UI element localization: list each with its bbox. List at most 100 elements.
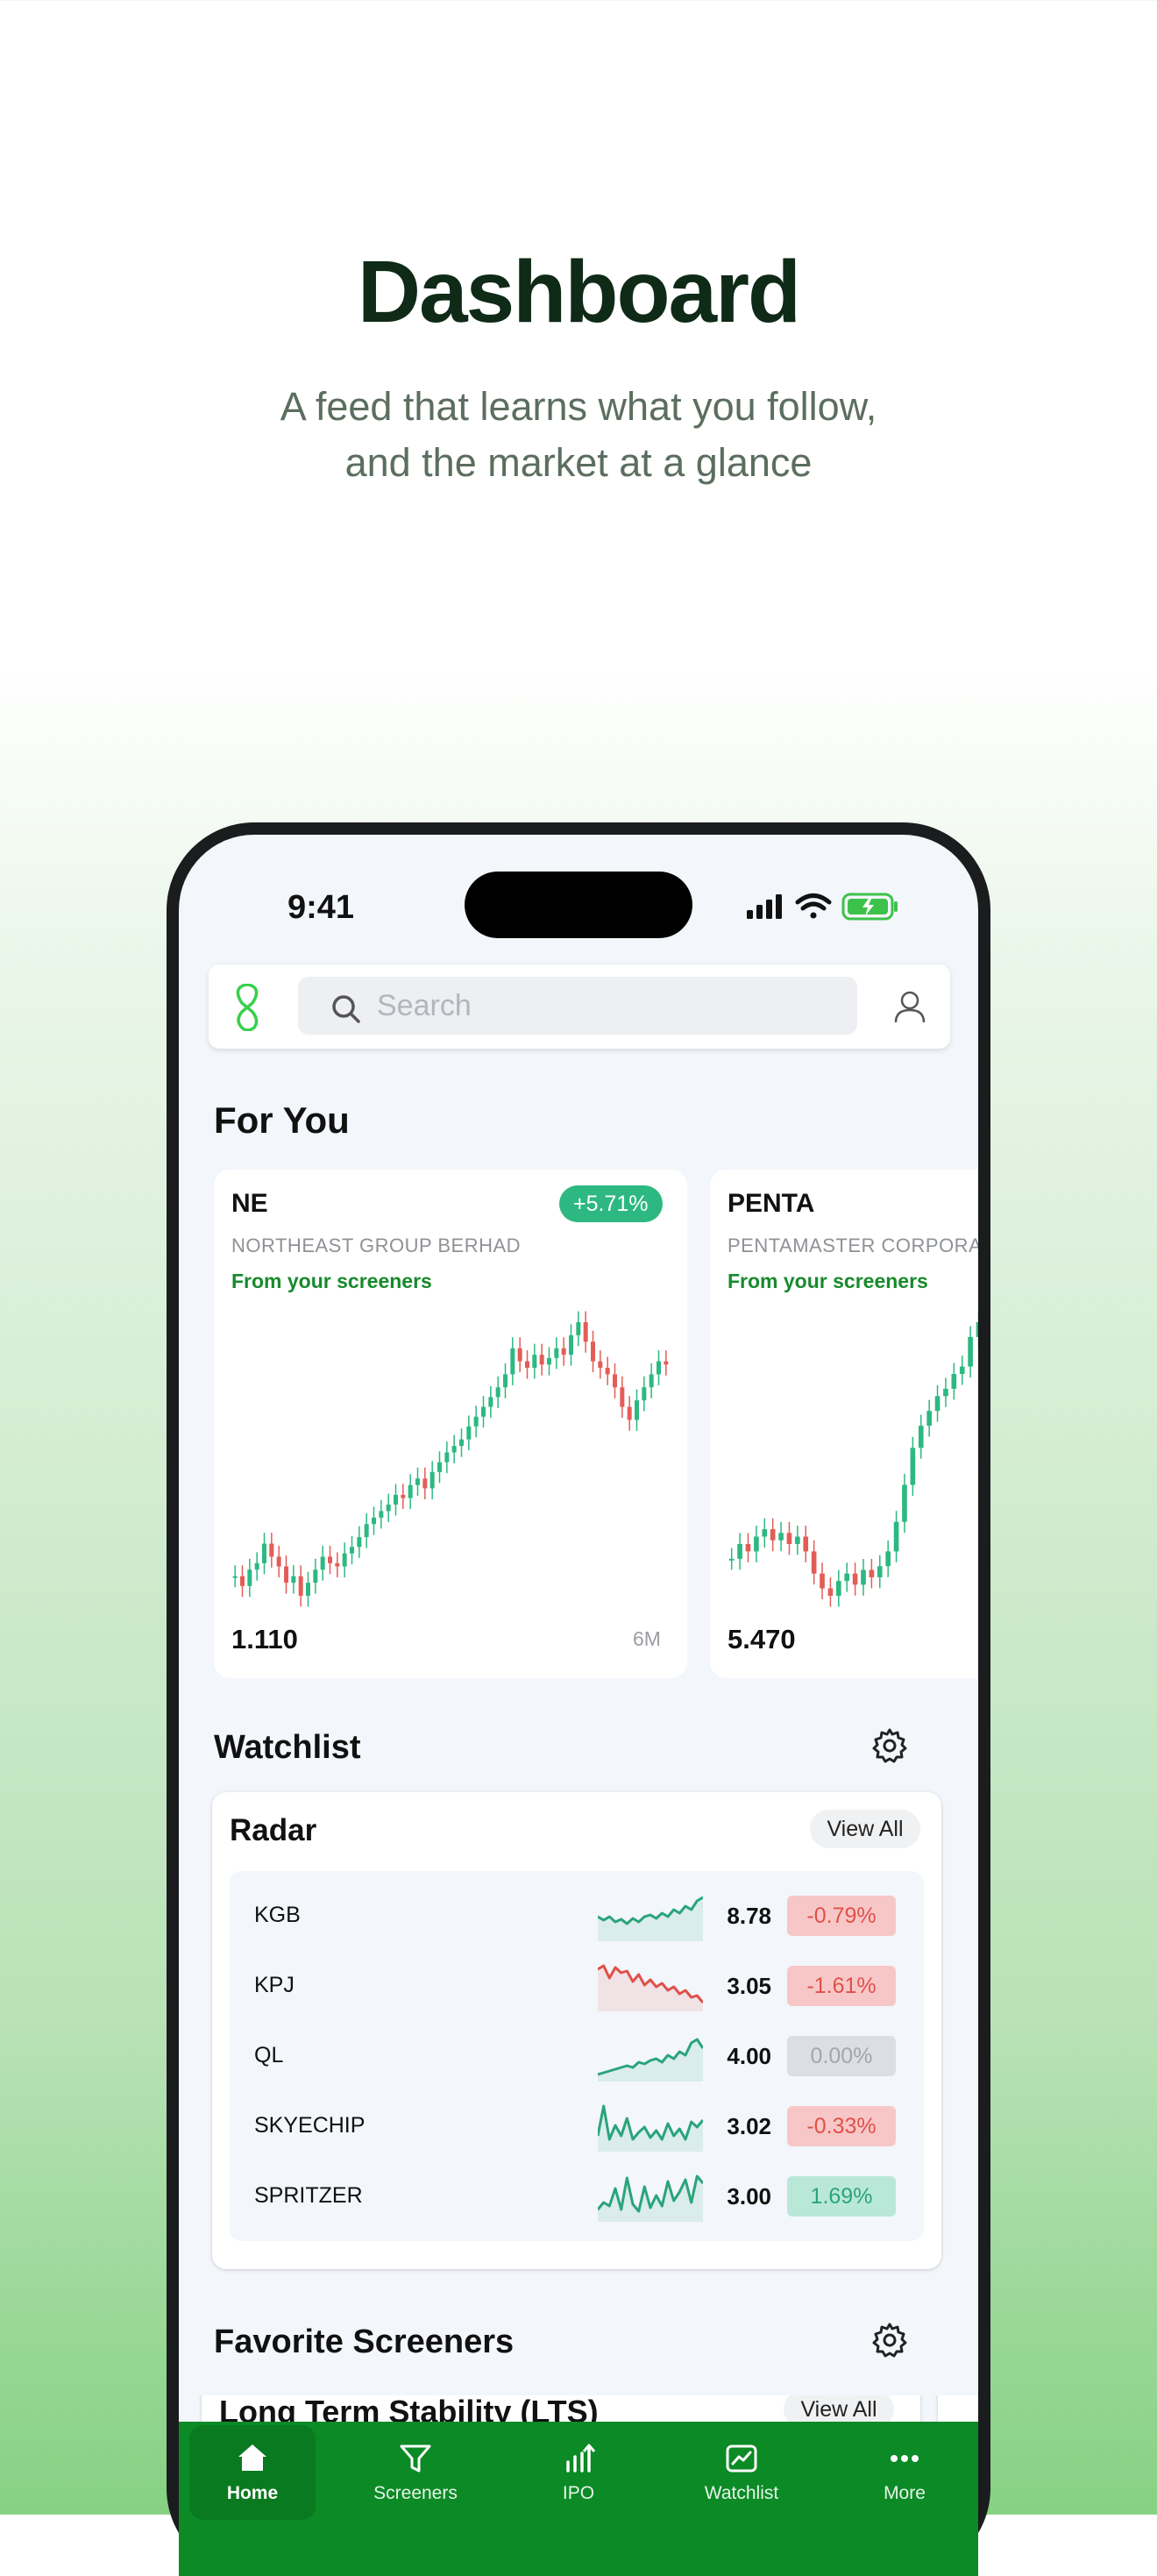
signal-icon xyxy=(747,894,782,919)
candle-body xyxy=(313,1569,318,1583)
candle-body xyxy=(770,1529,776,1541)
candle-body xyxy=(503,1374,508,1388)
sparkline xyxy=(598,1896,703,1941)
candle-body xyxy=(364,1524,369,1538)
candle-body xyxy=(306,1583,310,1596)
candle-body xyxy=(598,1361,603,1368)
candle-body xyxy=(517,1348,522,1362)
candle-body xyxy=(247,1569,252,1586)
candle-body xyxy=(657,1361,661,1375)
card-ticker: PENTA xyxy=(728,1189,815,1218)
candle-body xyxy=(728,1558,735,1561)
candle-body xyxy=(372,1517,376,1525)
ipo-chart-icon xyxy=(566,2444,596,2473)
candle-body xyxy=(320,1556,325,1570)
candle-body xyxy=(415,1478,420,1485)
candle-body xyxy=(869,1569,875,1577)
dynamic-island xyxy=(465,872,692,938)
phone-frame: 9:41 Search For You NE +5.71% NORTHEAST … xyxy=(167,822,990,2576)
sparkline xyxy=(598,1964,703,2011)
view-all-button[interactable]: View All xyxy=(810,1810,920,1848)
wifi-icon xyxy=(795,893,832,919)
candle-body xyxy=(627,1406,632,1420)
watchlist-row[interactable]: KPJ 3.05 -1.61% xyxy=(230,1952,924,2022)
candle-body xyxy=(844,1573,850,1582)
candle-body xyxy=(861,1569,866,1585)
candle-body xyxy=(350,1547,354,1554)
radar-title: Radar xyxy=(230,1813,317,1847)
candle-body xyxy=(664,1361,669,1365)
candle-body xyxy=(298,1576,303,1596)
row-price: 8.78 xyxy=(727,1903,771,1929)
candle-body xyxy=(525,1361,529,1368)
search-icon xyxy=(332,995,360,1023)
watchlist-title: Watchlist xyxy=(214,1729,361,1766)
filter-icon xyxy=(400,2444,431,2473)
tab-ipo[interactable]: IPO xyxy=(515,2425,642,2520)
watchlist-row[interactable]: QL 4.00 0.00% xyxy=(230,2022,924,2092)
candle-body xyxy=(968,1336,973,1367)
profile-icon[interactable] xyxy=(892,989,927,1024)
row-change-badge: -0.33% xyxy=(787,2106,896,2146)
candle-body xyxy=(737,1543,742,1559)
battery-charging-icon xyxy=(841,893,898,921)
tab-label: Home xyxy=(226,2483,279,2503)
candle-body xyxy=(554,1348,559,1358)
change-badge: +5.71% xyxy=(559,1185,663,1222)
watchlist-row[interactable]: KGB 8.78 -0.79% xyxy=(230,1882,924,1952)
stock-card-ne[interactable]: NE +5.71% NORTHEAST GROUP BERHAD From yo… xyxy=(214,1170,687,1678)
stock-card-penta[interactable]: PENTA PENTAMASTER CORPORATION From your … xyxy=(710,1170,978,1678)
subtitle-line-2: and the market at a glance xyxy=(344,440,813,485)
candle-body xyxy=(379,1511,384,1518)
candle-body xyxy=(910,1448,916,1485)
candle-body xyxy=(605,1368,610,1375)
watchlist-settings-gear-icon[interactable] xyxy=(871,1727,908,1764)
app-logo-icon[interactable] xyxy=(233,984,261,1031)
tab-home[interactable]: Home xyxy=(189,2425,316,2520)
candle-body xyxy=(473,1416,479,1427)
candle-body xyxy=(635,1400,639,1420)
app-screen: 9:41 Search For You NE +5.71% NORTHEAST … xyxy=(179,835,978,2576)
company-name: PENTAMASTER CORPORATION xyxy=(728,1235,978,1256)
home-icon xyxy=(238,2444,266,2471)
candle-body xyxy=(959,1366,965,1375)
search-box[interactable] xyxy=(298,977,857,1035)
row-change-badge: 0.00% xyxy=(787,2036,896,2076)
row-price: 3.02 xyxy=(727,2113,771,2139)
candle-body xyxy=(240,1576,245,1586)
tab-more[interactable]: More xyxy=(841,2425,968,2520)
candle-body xyxy=(649,1374,654,1388)
favorites-settings-gear-icon[interactable] xyxy=(871,2322,908,2359)
candle-body xyxy=(591,1341,595,1362)
watchlist-row[interactable]: SKYECHIP 3.02 -0.33% xyxy=(230,2092,924,2162)
candle-body xyxy=(262,1543,266,1563)
tab-bar: Home Screeners IPO Watchlist More xyxy=(179,2422,978,2576)
candle-body xyxy=(934,1396,941,1412)
candle-body xyxy=(357,1537,362,1548)
watchlist-row[interactable]: SPRITZER 3.00 1.69% xyxy=(230,2162,924,2232)
candle-body xyxy=(481,1406,486,1417)
search-input[interactable] xyxy=(377,977,833,1035)
candle-body xyxy=(284,1566,288,1583)
candle-body xyxy=(902,1484,907,1522)
tab-screeners[interactable]: Screeners xyxy=(352,2425,479,2520)
candle-body xyxy=(795,1536,800,1544)
candle-body xyxy=(583,1322,588,1342)
candle-body xyxy=(893,1521,899,1552)
candle-body xyxy=(342,1553,347,1567)
watchlist-chart-icon xyxy=(726,2444,757,2473)
row-symbol: KPJ xyxy=(254,1973,295,1997)
tab-watchlist[interactable]: Watchlist xyxy=(678,2425,805,2520)
candle-body xyxy=(620,1387,625,1407)
candle-body xyxy=(926,1411,932,1427)
for-you-title: For You xyxy=(214,1099,350,1141)
candle-body xyxy=(613,1374,617,1388)
last-price: 5.470 xyxy=(728,1624,796,1654)
candle-body xyxy=(386,1505,391,1512)
row-price: 3.00 xyxy=(727,2183,771,2210)
candle-body xyxy=(532,1355,537,1368)
candle-body xyxy=(510,1348,515,1375)
row-change-badge: -0.79% xyxy=(787,1896,896,1936)
tab-label: IPO xyxy=(562,2483,595,2503)
radar-list: KGB 8.78 -0.79% KPJ 3.05 -1.61% QL 4.00 0.00% SKY… xyxy=(230,1871,924,2241)
